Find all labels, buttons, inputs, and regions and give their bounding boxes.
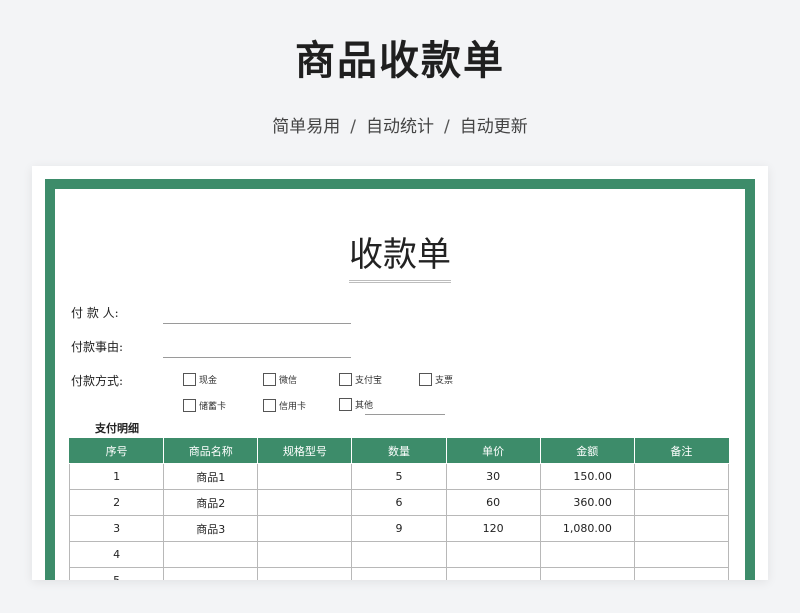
cell-product-name[interactable]: 商品1: [163, 463, 259, 490]
column-header-product-name: 商品名称: [163, 438, 259, 464]
method-option-debit-card[interactable]: 储蓄卡: [183, 399, 226, 412]
column-header-remark: 备注: [633, 438, 730, 464]
table-header-row: 序号 商品名称 规格型号 数量 单价 金额 备注: [68, 438, 730, 464]
checkbox-icon[interactable]: [183, 373, 196, 386]
cell-quantity[interactable]: 9: [351, 515, 447, 542]
cell-product-name[interactable]: [163, 541, 259, 568]
column-header-quantity: 数量: [351, 438, 447, 464]
method-label: 付款方式:: [71, 374, 124, 388]
cell-amount[interactable]: 1,080.00: [539, 515, 635, 542]
payment-details-label: 支付明细: [95, 422, 139, 435]
cell-remark[interactable]: [633, 541, 730, 568]
method-option-cash[interactable]: 现金: [183, 373, 217, 386]
payment-details-table: 序号 商品名称 规格型号 数量 单价 金额 备注 1 商品1 5 30 150.…: [68, 438, 730, 580]
table-row: 2 商品2 6 60 360.00: [68, 489, 730, 516]
column-header-amount: 金额: [539, 438, 635, 464]
other-method-input-line[interactable]: [365, 414, 445, 415]
cell-spec-model[interactable]: [257, 489, 353, 516]
table-row: 5: [68, 567, 730, 580]
cell-spec-model[interactable]: [257, 515, 353, 542]
reason-label: 付款事由:: [71, 340, 124, 354]
receipt-title: 收款单: [55, 227, 745, 283]
cell-quantity[interactable]: 6: [351, 489, 447, 516]
tag-easy: 简单易用: [272, 117, 341, 137]
receipt-frame: 收款单 付 款 人: 付款事由: 付款方式: 现金 微信 支付宝 支票 储蓄卡 …: [45, 179, 755, 580]
checkbox-icon[interactable]: [339, 373, 352, 386]
checkbox-icon[interactable]: [419, 373, 432, 386]
column-header-unit-price: 单价: [445, 438, 541, 464]
cell-index[interactable]: 2: [68, 489, 165, 516]
feature-tagline: 简单易用 / 自动统计 / 自动更新: [0, 112, 800, 137]
cell-remark[interactable]: [633, 515, 730, 542]
cell-amount[interactable]: [539, 541, 635, 568]
cell-remark[interactable]: [633, 463, 730, 490]
tag-separator: /: [444, 117, 450, 137]
tag-auto-stats: 自动统计: [366, 117, 434, 137]
table-row: 3 商品3 9 120 1,080.00: [68, 515, 730, 542]
cell-quantity[interactable]: [351, 541, 447, 568]
cell-quantity[interactable]: 5: [351, 463, 447, 490]
cell-unit-price[interactable]: 120: [445, 515, 541, 542]
method-option-alipay[interactable]: 支付宝: [339, 373, 382, 386]
receipt-preview-card: 收款单 付 款 人: 付款事由: 付款方式: 现金 微信 支付宝 支票 储蓄卡 …: [32, 166, 768, 580]
method-option-wechat[interactable]: 微信: [263, 373, 297, 386]
cell-index[interactable]: 1: [68, 463, 165, 490]
checkbox-icon[interactable]: [183, 399, 196, 412]
cell-quantity[interactable]: [351, 567, 447, 580]
method-option-cheque[interactable]: 支票: [419, 373, 453, 386]
cell-index[interactable]: 4: [68, 541, 165, 568]
cell-product-name[interactable]: 商品2: [163, 489, 259, 516]
payer-input-line[interactable]: [163, 323, 351, 324]
cell-spec-model[interactable]: [257, 541, 353, 568]
cell-unit-price[interactable]: [445, 567, 541, 580]
cell-unit-price[interactable]: 30: [445, 463, 541, 490]
checkbox-icon[interactable]: [263, 399, 276, 412]
page-title: 商品收款单: [295, 38, 505, 84]
cell-product-name[interactable]: 商品3: [163, 515, 259, 542]
cell-product-name[interactable]: [163, 567, 259, 580]
tag-separator: /: [350, 117, 356, 137]
cell-index[interactable]: 3: [68, 515, 165, 542]
cell-index[interactable]: 5: [68, 567, 165, 580]
checkbox-icon[interactable]: [263, 373, 276, 386]
reason-input-line[interactable]: [163, 357, 351, 358]
cell-spec-model[interactable]: [257, 567, 353, 580]
cell-remark[interactable]: [633, 489, 730, 516]
cell-unit-price[interactable]: 60: [445, 489, 541, 516]
column-header-spec-model: 规格型号: [257, 438, 353, 464]
method-option-credit-card[interactable]: 信用卡: [263, 399, 306, 412]
table-row: 4: [68, 541, 730, 568]
cell-amount[interactable]: 150.00: [539, 463, 635, 490]
cell-remark[interactable]: [633, 567, 730, 580]
method-option-other[interactable]: 其他: [339, 398, 373, 411]
column-header-index: 序号: [68, 438, 165, 464]
cell-amount[interactable]: 360.00: [539, 489, 635, 516]
table-row: 1 商品1 5 30 150.00: [68, 463, 730, 490]
tag-auto-update: 自动更新: [459, 117, 528, 137]
cell-unit-price[interactable]: [445, 541, 541, 568]
cell-amount[interactable]: [539, 567, 635, 580]
checkbox-icon[interactable]: [339, 398, 352, 411]
payer-label: 付 款 人:: [71, 306, 119, 320]
cell-spec-model[interactable]: [257, 463, 353, 490]
